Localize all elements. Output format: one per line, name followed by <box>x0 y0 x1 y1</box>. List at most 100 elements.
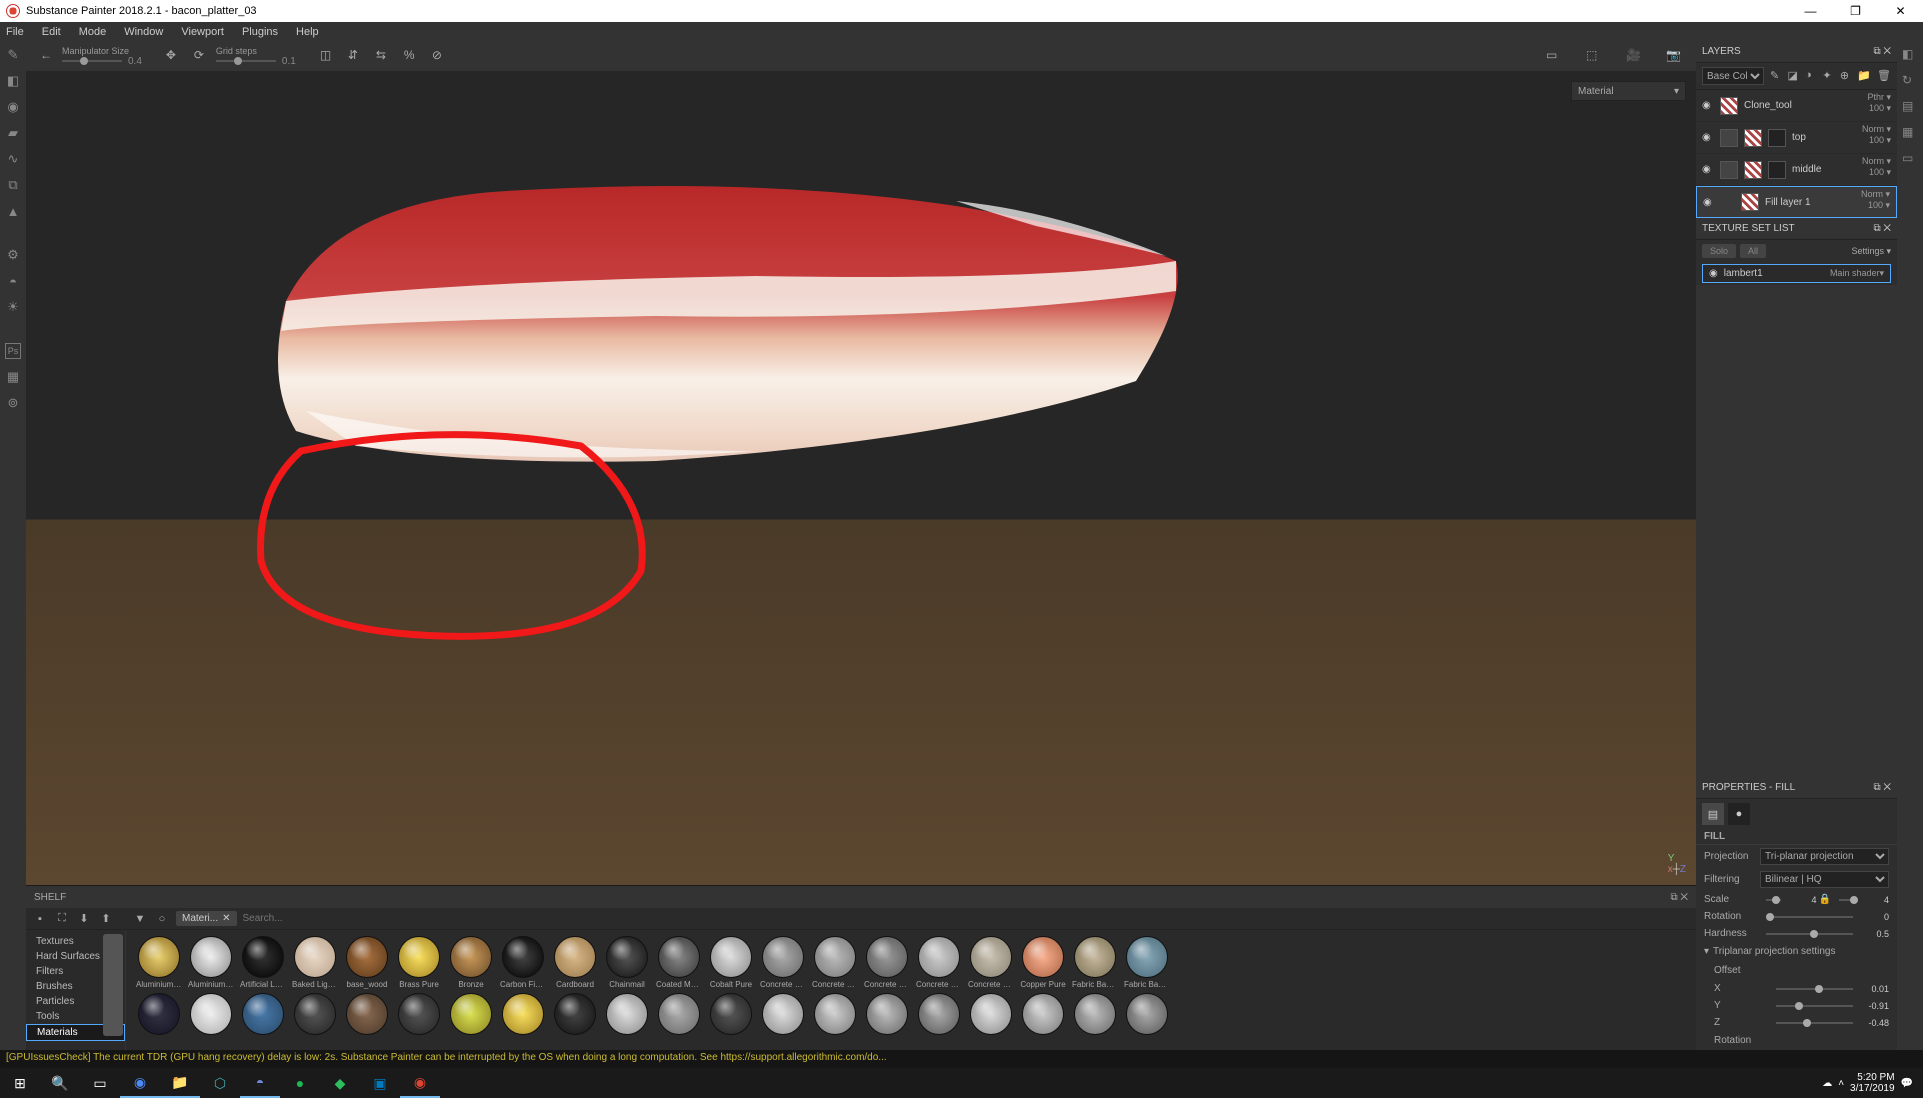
material-thumb[interactable] <box>968 993 1014 1035</box>
scale-slider-1[interactable] <box>1766 899 1781 901</box>
popout-icon[interactable]: ⧉ <box>1873 46 1880 57</box>
material-thumb[interactable]: Chainmail <box>604 936 650 989</box>
blend-mode-select[interactable]: Base Cok <box>1702 67 1764 85</box>
smart-icon[interactable]: ✦ <box>1822 69 1833 83</box>
settings-icon[interactable]: ⊚ <box>5 395 21 411</box>
popout-icon[interactable]: ⧉ <box>1873 782 1880 793</box>
clone-tool-icon[interactable]: ⧉ <box>5 177 21 193</box>
triplanar-section[interactable]: ▾Triplanar projection settings <box>1696 942 1897 961</box>
material-thumb[interactable] <box>708 993 754 1035</box>
material-tab-icon[interactable]: ● <box>1728 803 1750 825</box>
layer-row[interactable]: ◉Fill layer 1Norm ▾100 ▾ <box>1696 186 1897 218</box>
eraser-tool-icon[interactable]: ◧ <box>5 73 21 89</box>
filter-icon[interactable]: ▼ <box>132 911 148 927</box>
material-thumb[interactable]: Brass Pure <box>396 936 442 989</box>
material-thumb[interactable] <box>552 993 598 1035</box>
popout-icon[interactable]: ⧉ <box>1873 223 1880 234</box>
shelf-search-input[interactable] <box>243 913 393 924</box>
import-icon[interactable]: ⬇ <box>76 911 92 927</box>
viewport-3d[interactable]: Material▾ <box>26 71 1696 885</box>
projection-tool-icon[interactable]: ◉ <box>5 99 21 115</box>
close-icon[interactable]: ✕ <box>1883 46 1891 57</box>
home-icon[interactable]: ▪ <box>32 911 48 927</box>
cube-icon[interactable]: ◧ <box>1902 47 1918 63</box>
rotation-slider[interactable] <box>1766 916 1853 918</box>
fill-layer-icon[interactable]: ⊕ <box>1840 69 1851 83</box>
offset-z-slider[interactable] <box>1776 1022 1853 1024</box>
material-thumb[interactable] <box>136 993 182 1035</box>
rotate-icon[interactable]: ⟳ <box>194 48 210 64</box>
taskview-icon[interactable]: ▭ <box>80 1068 120 1098</box>
eye-icon[interactable]: ◉ <box>1702 100 1714 111</box>
close-icon[interactable]: ✕ <box>1883 782 1891 793</box>
paint-tool-icon[interactable]: ✎ <box>5 47 21 63</box>
menu-viewport[interactable]: Viewport <box>181 26 224 38</box>
material-dropdown[interactable]: Material▾ <box>1571 81 1686 101</box>
material-thumb[interactable] <box>396 993 442 1035</box>
bake-icon[interactable]: ◓ <box>5 273 21 289</box>
material-thumb[interactable]: Baked Light... <box>292 936 338 989</box>
material-thumb[interactable] <box>604 993 650 1035</box>
effect-icon[interactable]: ◪ <box>1787 69 1798 83</box>
manipulator-slider[interactable] <box>62 60 122 62</box>
material-thumb[interactable]: Coated Metal <box>656 936 702 989</box>
scale-slider-2[interactable] <box>1839 899 1854 901</box>
offset-y-slider[interactable] <box>1776 1005 1853 1007</box>
substance-icon[interactable]: ◉ <box>400 1068 440 1098</box>
material-thumb[interactable] <box>864 993 910 1035</box>
evernote-icon[interactable]: ◆ <box>320 1068 360 1098</box>
persp-icon[interactable]: ◫ <box>320 48 336 64</box>
layer-row[interactable]: ◉topNorm ▾100 ▾ <box>1696 122 1897 154</box>
gear-icon[interactable]: ⚙ <box>5 247 21 263</box>
material-thumb[interactable]: Fabric Bam... <box>1072 936 1118 989</box>
sym-icon[interactable]: ⇵ <box>348 48 364 64</box>
material-thumb[interactable]: Concrete Si... <box>916 936 962 989</box>
search-icon[interactable]: 🔍 <box>40 1068 80 1098</box>
material-thumb[interactable] <box>1072 993 1118 1035</box>
menu-help[interactable]: Help <box>296 26 319 38</box>
material-thumb[interactable]: Artificial Lea... <box>240 936 286 989</box>
material-thumb[interactable] <box>1124 993 1170 1035</box>
material-thumb[interactable]: Carbon Fiber <box>500 936 546 989</box>
popout-icon[interactable]: ⧉ <box>1670 892 1677 903</box>
eye-icon[interactable]: ◉ <box>1703 197 1715 208</box>
layer-row[interactable]: ◉Clone_toolPthr ▾100 ▾ <box>1696 90 1897 122</box>
material-thumb[interactable] <box>916 993 962 1035</box>
circle-icon[interactable]: ○ <box>154 911 170 927</box>
material-thumb[interactable] <box>344 993 390 1035</box>
material-thumb[interactable]: Aluminium ... <box>136 936 182 989</box>
close-icon[interactable]: ✕ <box>1883 223 1891 234</box>
move-icon[interactable]: ✥ <box>166 48 182 64</box>
material-thumb[interactable]: Aluminium ... <box>188 936 234 989</box>
back-icon[interactable]: ← <box>40 48 56 64</box>
material-thumb[interactable] <box>760 993 806 1035</box>
material-thumb[interactable] <box>500 993 546 1035</box>
material-thumb[interactable]: Copper Pure <box>1020 936 1066 989</box>
material-tool-icon[interactable]: ▲ <box>5 203 21 219</box>
material-thumb[interactable] <box>292 993 338 1035</box>
material-thumb[interactable]: Concrete Cl... <box>812 936 858 989</box>
polyfill-tool-icon[interactable]: ▰ <box>5 125 21 141</box>
maximize-button[interactable]: ❐ <box>1833 0 1878 22</box>
projection-select[interactable]: Tri-planar projection <box>1760 848 1889 865</box>
close-button[interactable]: ✕ <box>1878 0 1923 22</box>
trello-icon[interactable]: ▣ <box>360 1068 400 1098</box>
blender-icon[interactable]: ⬡ <box>200 1068 240 1098</box>
pen-icon[interactable]: ✎ <box>1770 69 1781 83</box>
material-thumb[interactable]: Cardboard <box>552 936 598 989</box>
lock-icon[interactable]: 🔒 <box>1819 894 1831 905</box>
system-clock[interactable]: 5:20 PM3/17/2019 <box>1850 1072 1895 1094</box>
ps-export-icon[interactable]: Ps <box>5 343 21 359</box>
material-thumb[interactable]: Concrete B... <box>760 936 806 989</box>
material-thumb[interactable] <box>812 993 858 1035</box>
hardness-slider[interactable] <box>1766 933 1853 935</box>
eye-icon[interactable]: ◉ <box>1702 132 1714 143</box>
export-icon[interactable]: ⬆ <box>98 911 114 927</box>
tray-up-icon[interactable]: ˄ <box>1838 1078 1844 1089</box>
shelf-cat-scrollbar[interactable] <box>103 934 123 1036</box>
material-thumb[interactable] <box>240 993 286 1035</box>
display-icon[interactable]: ▭ <box>1902 151 1918 167</box>
chrome-icon[interactable]: ◉ <box>120 1068 160 1098</box>
smudge-tool-icon[interactable]: ∿ <box>5 151 21 167</box>
solo-button[interactable]: Solo <box>1702 244 1736 258</box>
